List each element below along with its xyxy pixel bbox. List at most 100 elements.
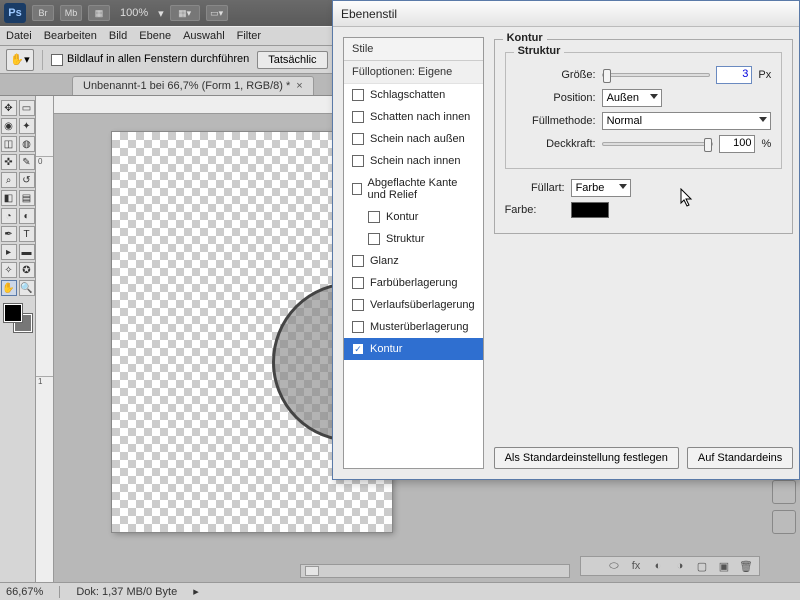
gradient-tool[interactable]: ▤ <box>19 190 35 206</box>
ruler-tick: 1 <box>36 376 53 386</box>
layout-chip[interactable]: ▦ <box>88 5 110 21</box>
dock-icon-adjust[interactable] <box>772 510 796 534</box>
style-list-header[interactable]: Stile <box>344 38 483 61</box>
stroke-color-swatch[interactable] <box>571 202 609 218</box>
style-item-bevel[interactable]: Abgeflachte Kante und Relief <box>344 172 483 206</box>
3d-cam-tool[interactable]: ✪ <box>19 262 35 278</box>
active-tool-icon[interactable]: ✋▾ <box>6 49 34 71</box>
blendmode-select[interactable]: Normal <box>602 112 772 130</box>
menu-datei[interactable]: Datei <box>6 30 32 42</box>
lasso-tool[interactable]: ◉ <box>1 118 17 134</box>
heal-tool[interactable]: ✜ <box>1 154 17 170</box>
style-item-innershadow[interactable]: Schatten nach innen <box>344 106 483 128</box>
style-item-gradientoverlay[interactable]: Verlaufsüberlagerung <box>344 294 483 316</box>
menu-auswahl[interactable]: Auswahl <box>183 30 225 42</box>
checkbox-icon[interactable] <box>352 321 364 333</box>
checkbox-icon[interactable] <box>352 133 364 145</box>
menu-bearbeiten[interactable]: Bearbeiten <box>44 30 97 42</box>
document-tab[interactable]: Unbenannt-1 bei 66,7% (Form 1, RGB/8) * … <box>72 76 314 95</box>
history-brush-tool[interactable]: ↺ <box>19 172 35 188</box>
eraser-tool[interactable]: ◧ <box>1 190 17 206</box>
screen-mode-icon[interactable]: ▭▾ <box>206 5 228 21</box>
style-item-patternoverlay[interactable]: Musterüberlagerung <box>344 316 483 338</box>
bridge-chip[interactable]: Br <box>32 5 54 21</box>
new-layer-icon[interactable]: ▣ <box>717 559 731 573</box>
scrollbar-thumb[interactable] <box>305 566 319 576</box>
opacity-input[interactable]: 100 <box>719 135 755 153</box>
style-item-innerglow[interactable]: Schein nach innen <box>344 150 483 172</box>
trash-icon[interactable]: 🗑 <box>739 559 753 573</box>
filltype-select[interactable]: Farbe <box>571 179 631 197</box>
brush-tool[interactable]: ✎ <box>19 154 35 170</box>
folder-icon[interactable]: ▢ <box>695 559 709 573</box>
zoom-dropdown-icon[interactable]: ▾ <box>158 7 164 20</box>
crop-tool[interactable]: ◫ <box>1 136 17 152</box>
position-select[interactable]: Außen <box>602 89 662 107</box>
style-item-bevel-contour[interactable]: Kontur <box>344 206 483 228</box>
status-dropdown-icon[interactable]: ▸ <box>193 585 199 598</box>
style-item-stroke[interactable]: ✓ Kontur <box>344 338 483 360</box>
dodge-tool[interactable]: ◐ <box>19 208 35 224</box>
checkbox-icon[interactable] <box>352 183 362 195</box>
position-label: Position: <box>516 92 596 104</box>
shape-tool[interactable]: ▬ <box>19 244 35 260</box>
checkbox-icon[interactable]: ✓ <box>352 343 364 355</box>
scroll-all-windows-option[interactable]: Bildlauf in allen Fenstern durchführen <box>51 53 249 65</box>
type-tool[interactable]: T <box>19 226 35 242</box>
menu-filter[interactable]: Filter <box>237 30 261 42</box>
eyedropper-tool[interactable]: ◍ <box>19 136 35 152</box>
adjustment-icon[interactable]: ◑ <box>673 559 687 573</box>
wand-tool[interactable]: ✦ <box>19 118 35 134</box>
stroke-legend: Kontur <box>503 32 547 44</box>
style-item-label: Kontur <box>370 343 402 355</box>
stamp-tool[interactable]: ⌕ <box>1 172 17 188</box>
fg-color-swatch[interactable] <box>4 304 22 322</box>
zoom-level[interactable]: 100% <box>120 7 148 19</box>
hand-tool[interactable]: ✋ <box>1 280 17 296</box>
ruler-vertical: 0 1 <box>36 96 54 582</box>
path-tool[interactable]: ▸ <box>1 244 17 260</box>
style-item-bevel-texture[interactable]: Struktur <box>344 228 483 250</box>
size-slider[interactable] <box>602 73 711 77</box>
checkbox-icon[interactable] <box>352 155 364 167</box>
status-doc-size[interactable]: Dok: 1,37 MB/0 Byte <box>76 586 177 598</box>
fx-icon[interactable]: fx <box>629 559 643 573</box>
dialog-titlebar[interactable]: Ebenenstil <box>333 1 799 27</box>
mask-icon[interactable]: ◐ <box>651 559 665 573</box>
close-icon[interactable]: × <box>296 80 302 92</box>
checkbox-icon[interactable] <box>352 277 364 289</box>
opacity-slider[interactable] <box>602 142 714 146</box>
blur-tool[interactable]: ◔ <box>1 208 17 224</box>
reset-default-button[interactable]: Auf Standardeins <box>687 447 793 469</box>
checkbox-icon[interactable] <box>368 211 380 223</box>
link-icon[interactable]: ⬭ <box>607 559 621 573</box>
size-input[interactable]: 3 <box>716 66 752 84</box>
checkbox-icon[interactable] <box>368 233 380 245</box>
style-item-coloroverlay[interactable]: Farbüberlagerung <box>344 272 483 294</box>
checkbox-icon[interactable] <box>352 111 364 123</box>
actual-pixels-button[interactable]: Tatsächlic <box>257 51 327 69</box>
checkbox-icon[interactable] <box>352 255 364 267</box>
menu-bild[interactable]: Bild <box>109 30 127 42</box>
minibridge-chip[interactable]: Mb <box>60 5 82 21</box>
status-zoom[interactable]: 66,67% <box>6 586 43 598</box>
checkbox-icon[interactable] <box>352 89 364 101</box>
checkbox-icon[interactable] <box>51 54 63 66</box>
view-extras-icon[interactable]: ▦▾ <box>170 5 200 21</box>
zoom-tool[interactable]: 🔍 <box>19 280 35 296</box>
3d-tool[interactable]: ✧ <box>1 262 17 278</box>
make-default-button[interactable]: Als Standardeinstellung festlegen <box>494 447 679 469</box>
style-item-satin[interactable]: Glanz <box>344 250 483 272</box>
menu-ebene[interactable]: Ebene <box>139 30 171 42</box>
checkbox-icon[interactable] <box>352 299 364 311</box>
dock-icon-color[interactable] <box>772 480 796 504</box>
blending-options-item[interactable]: Fülloptionen: Eigene <box>344 61 483 84</box>
move-tool[interactable]: ✥ <box>1 100 17 116</box>
style-item-outerglow[interactable]: Schein nach außen <box>344 128 483 150</box>
pen-tool[interactable]: ✒ <box>1 226 17 242</box>
marquee-tool[interactable]: ▭ <box>19 100 35 116</box>
style-item-dropshadow[interactable]: Schlagschatten <box>344 84 483 106</box>
horizontal-scrollbar[interactable] <box>300 564 570 578</box>
color-swatches[interactable] <box>4 304 32 332</box>
blendmode-label: Füllmethode: <box>516 115 596 127</box>
